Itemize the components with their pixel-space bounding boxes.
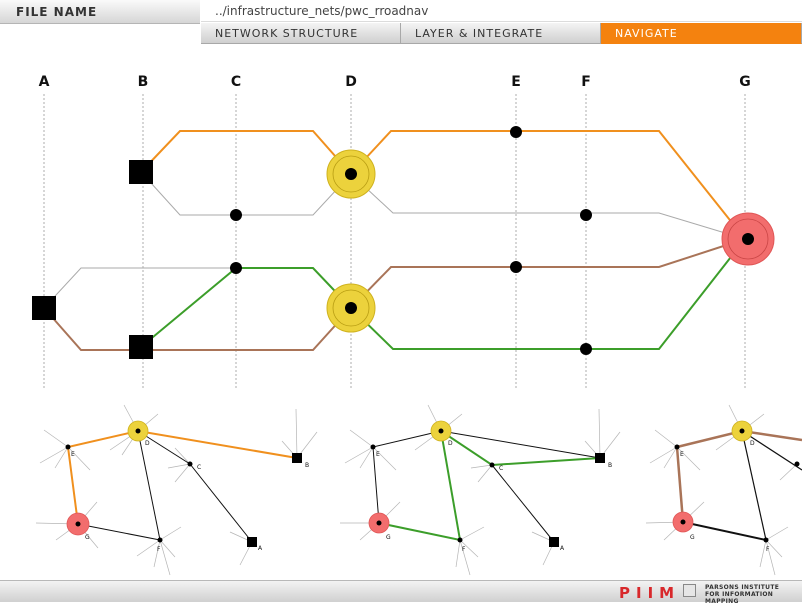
- minimap-1-label-d: D: [145, 440, 150, 447]
- minimap-1-label-b: B: [305, 462, 309, 469]
- minimap-2-label-g: G: [386, 534, 391, 541]
- minimap-3-label-e: E: [680, 451, 684, 458]
- mini-maps: E D C B G F A E D C B G F A E D G F: [35, 404, 802, 576]
- minimap-3-label-g: G: [690, 534, 695, 541]
- minimap-2-label-e: E: [376, 451, 380, 458]
- footer-bar: PIIM PARSONS INSTITUTE FOR INFORMATION M…: [0, 580, 802, 605]
- minimap-1-label-c: C: [197, 464, 201, 471]
- minimap-2-label-d: D: [448, 440, 453, 447]
- minimap-2[interactable]: E D C B G F A: [340, 404, 621, 576]
- org-name-line2: FOR INFORMATION MAPPING: [705, 591, 774, 605]
- minimap-1-label-a: A: [258, 545, 263, 552]
- minimap-2-label-b: B: [608, 462, 612, 469]
- minimap-3-label-f: F: [766, 546, 770, 553]
- minimap-1-label-f: F: [157, 546, 161, 553]
- minimap-3-label-d: D: [750, 440, 755, 447]
- minimap-2-label-a: A: [560, 545, 565, 552]
- minimap-2-label-f: F: [462, 546, 466, 553]
- minimap-1-label-g: G: [85, 534, 90, 541]
- minimap-1[interactable]: E D C B G F A: [35, 404, 318, 576]
- org-name-line1: PARSONS INSTITUTE: [705, 584, 780, 591]
- minimap-1-label-e: E: [71, 451, 75, 458]
- minimap-2-label-c: C: [499, 465, 503, 472]
- piim-logo: PIIM: [619, 584, 681, 602]
- piim-logo-mark: [683, 584, 696, 597]
- minimap-3[interactable]: E D G F: [645, 404, 802, 576]
